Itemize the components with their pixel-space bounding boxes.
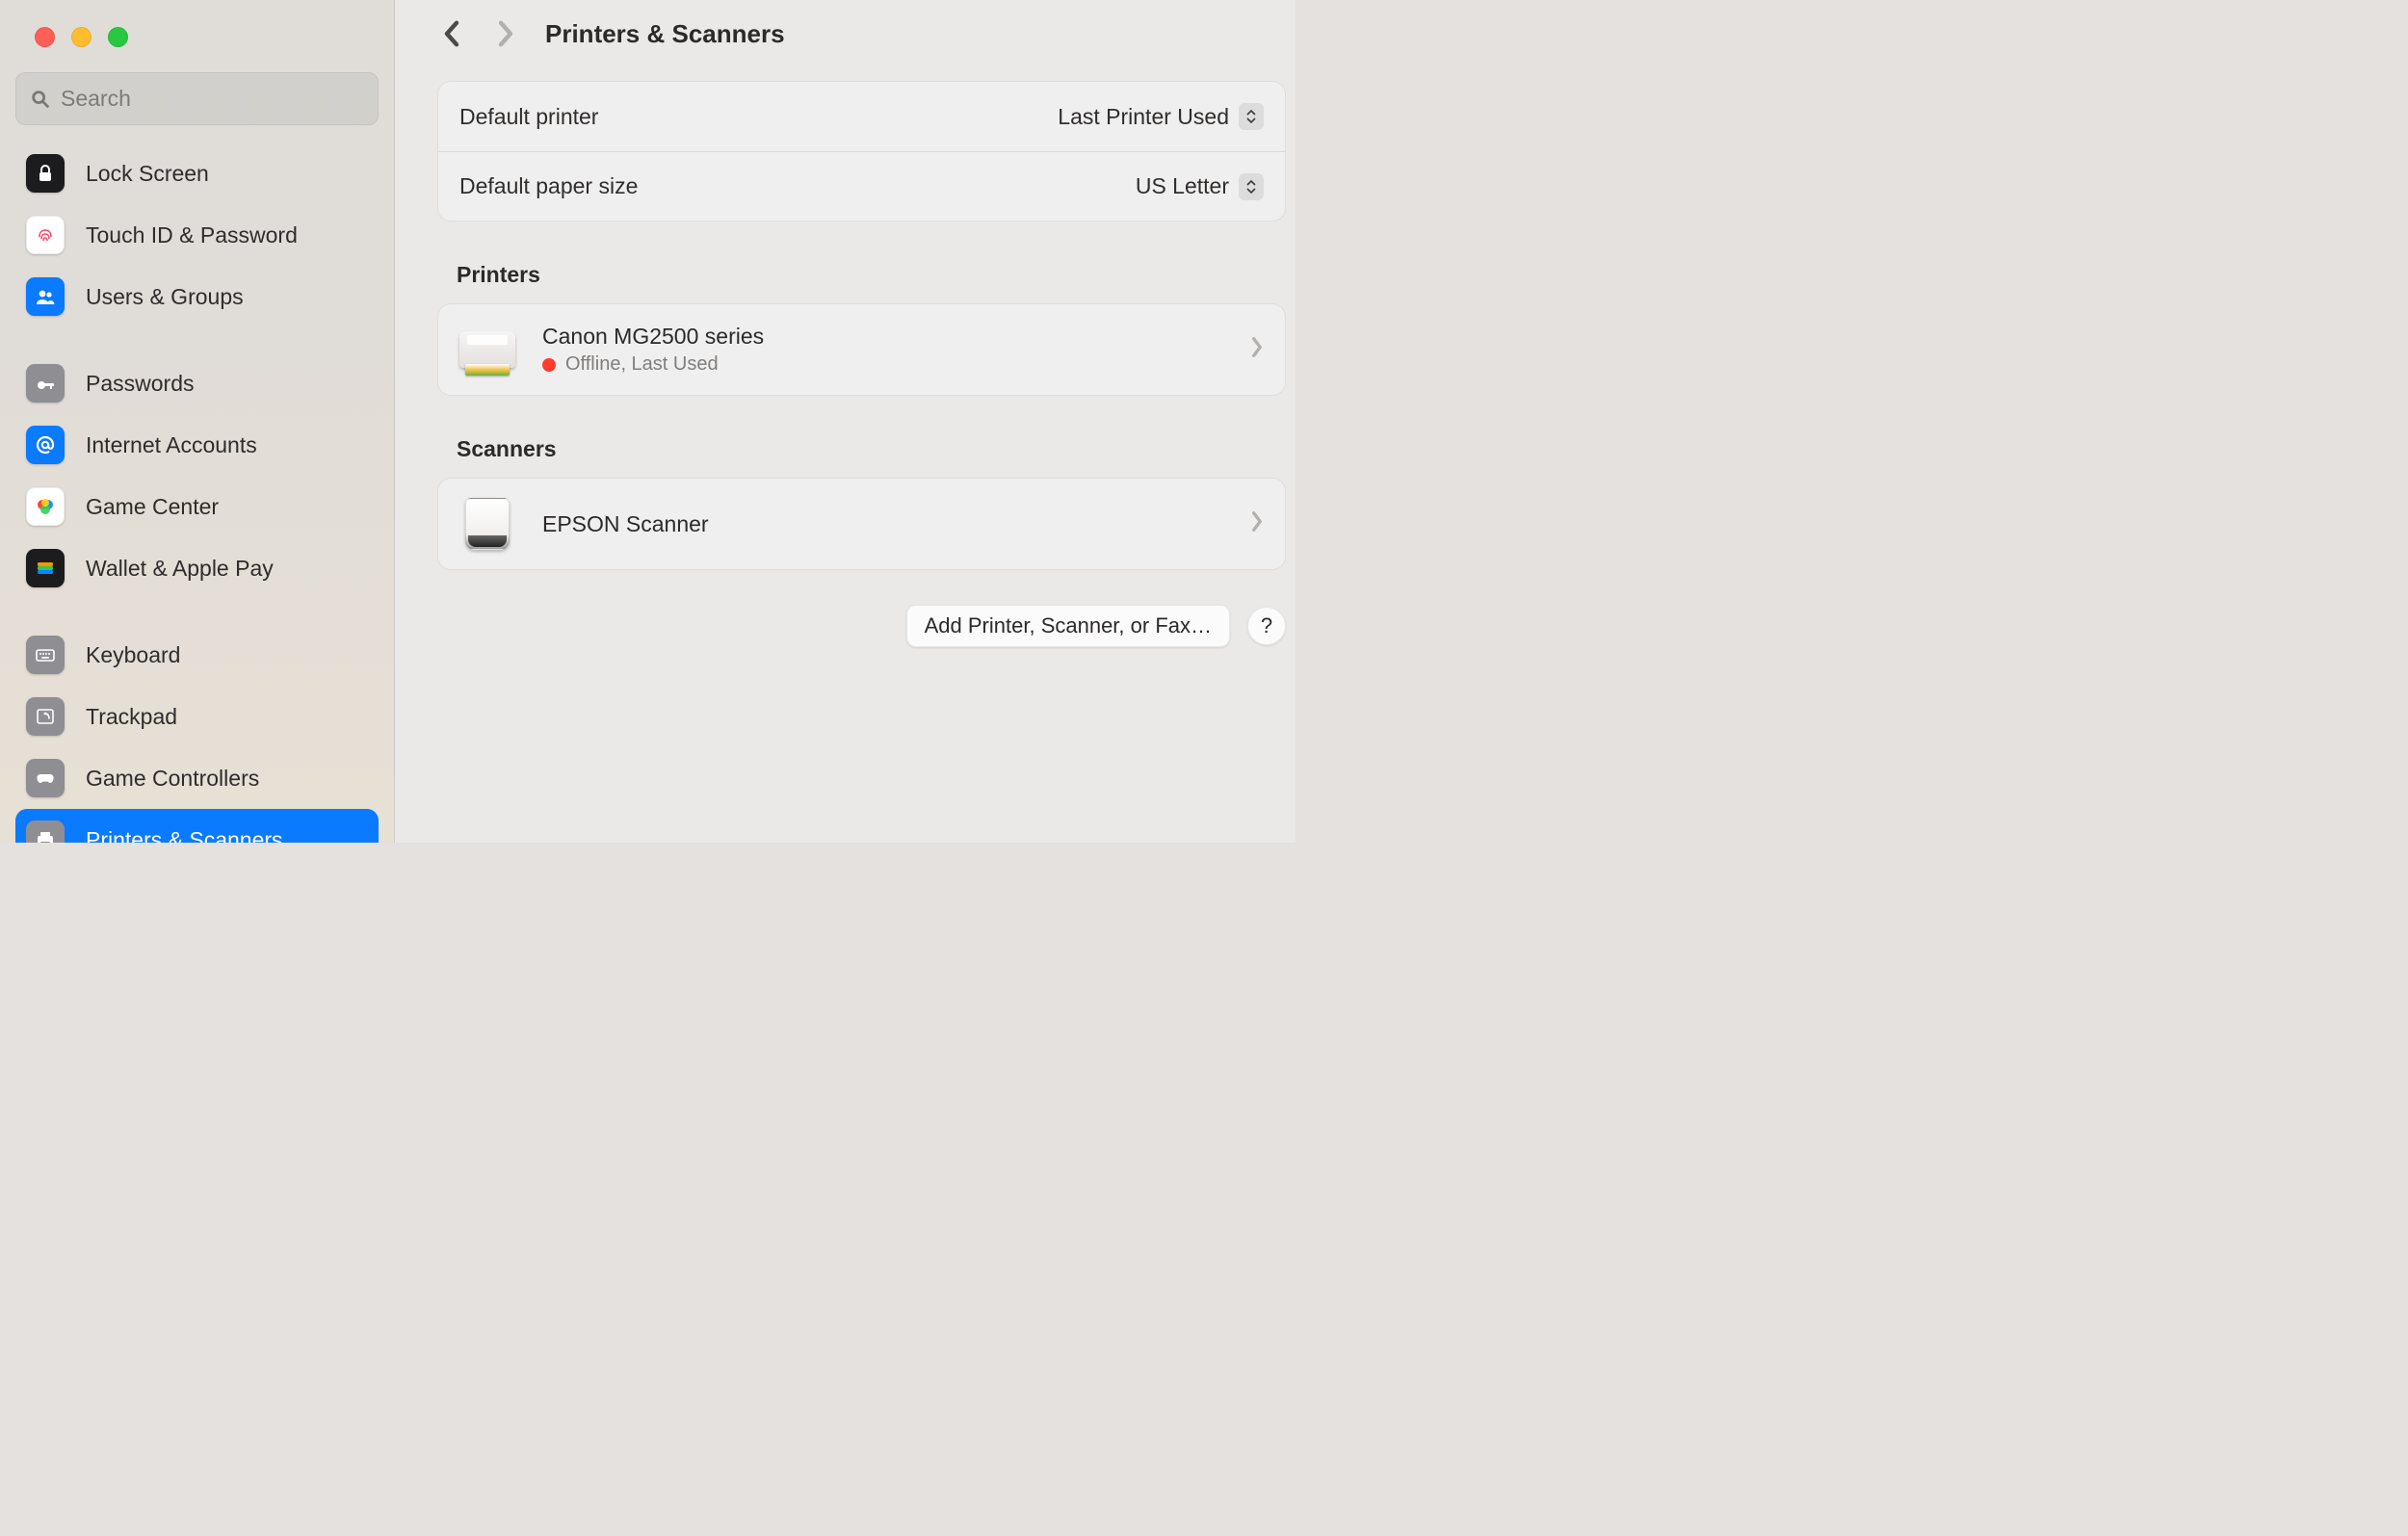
help-button[interactable]: ? (1247, 607, 1286, 645)
default-paper-select[interactable]: US Letter (1136, 173, 1264, 200)
sidebar-item-touch-id-password[interactable]: Touch ID & Password (15, 204, 379, 266)
printer-icon (26, 820, 65, 843)
default-paper-row: Default paper size US Letter (438, 151, 1285, 221)
printer-status: Offline, Last Used (542, 353, 764, 376)
keyboard-icon (26, 636, 65, 674)
stepper-icon (1239, 103, 1264, 130)
scanner-row[interactable]: EPSON Scanner (438, 479, 1285, 569)
footer-actions: Add Printer, Scanner, or Fax… ? (437, 605, 1286, 647)
sidebar-item-label: Keyboard (86, 642, 180, 668)
default-printer-row: Default printer Last Printer Used (438, 82, 1285, 151)
search-icon (30, 89, 51, 110)
sidebar-item-label: Game Center (86, 494, 219, 520)
search-field[interactable] (15, 72, 379, 125)
scanners-panel: EPSON Scanner (437, 478, 1286, 570)
default-printer-label: Default printer (459, 104, 598, 130)
sidebar-item-users-groups[interactable]: Users & Groups (15, 266, 379, 327)
sidebar-item-label: Wallet & Apple Pay (86, 556, 274, 582)
add-device-button[interactable]: Add Printer, Scanner, or Fax… (906, 605, 1230, 647)
window-controls (0, 0, 394, 47)
fingerprint-icon (26, 216, 65, 254)
scanner-device-icon (459, 503, 515, 545)
stepper-icon (1239, 173, 1264, 200)
sidebar-item-wallet-apple-pay[interactable]: Wallet & Apple Pay (15, 537, 379, 599)
status-dot-icon (542, 358, 556, 372)
trackpad-icon (26, 697, 65, 736)
window-minimize-button[interactable] (71, 27, 92, 47)
printer-name: Canon MG2500 series (542, 324, 764, 350)
chevron-right-icon (1250, 337, 1264, 363)
window-zoom-button[interactable] (108, 27, 128, 47)
sidebar-item-lock-screen[interactable]: Lock Screen (15, 143, 379, 204)
printer-row[interactable]: Canon MG2500 series Offline, Last Used (438, 304, 1285, 395)
key-icon (26, 364, 65, 403)
wallet-icon (26, 549, 65, 587)
defaults-panel: Default printer Last Printer Used Defaul… (437, 81, 1286, 221)
gamecenter-icon (26, 487, 65, 526)
sidebar-item-internet-accounts[interactable]: Internet Accounts (15, 414, 379, 476)
forward-button[interactable] (491, 19, 520, 48)
page-title: Printers & Scanners (545, 19, 785, 49)
default-paper-label: Default paper size (459, 173, 638, 199)
main-content: Printers & Scanners Default printer Last… (395, 0, 1296, 843)
window-close-button[interactable] (35, 27, 55, 47)
printer-device-icon (459, 328, 515, 371)
scanners-heading: Scanners (457, 436, 1286, 462)
sidebar-nav: Lock Screen Touch ID & Password Users & Gr… (0, 137, 394, 843)
scanner-name: EPSON Scanner (542, 511, 709, 537)
toolbar: Printers & Scanners (395, 0, 1296, 67)
sidebar-item-label: Touch ID & Password (86, 222, 298, 248)
sidebar-item-label: Lock Screen (86, 161, 209, 187)
sidebar: Lock Screen Touch ID & Password Users & Gr… (0, 0, 395, 843)
default-printer-value: Last Printer Used (1058, 104, 1229, 130)
sidebar-item-trackpad[interactable]: Trackpad (15, 686, 379, 747)
users-icon (26, 277, 65, 316)
sidebar-item-label: Game Controllers (86, 766, 259, 792)
default-paper-value: US Letter (1136, 173, 1229, 199)
at-icon (26, 426, 65, 464)
controller-icon (26, 759, 65, 797)
sidebar-item-label: Trackpad (86, 704, 177, 730)
chevron-right-icon (1250, 511, 1264, 537)
sidebar-item-game-center[interactable]: Game Center (15, 476, 379, 537)
sidebar-item-label: Internet Accounts (86, 432, 257, 458)
printers-panel: Canon MG2500 series Offline, Last Used (437, 303, 1286, 396)
back-button[interactable] (437, 19, 466, 48)
sidebar-item-label: Printers & Scanners (86, 827, 283, 844)
printer-status-text: Offline, Last Used (565, 353, 719, 376)
lock-icon (26, 154, 65, 193)
sidebar-item-passwords[interactable]: Passwords (15, 352, 379, 414)
sidebar-item-label: Users & Groups (86, 284, 244, 310)
sidebar-item-game-controllers[interactable]: Game Controllers (15, 747, 379, 809)
sidebar-item-keyboard[interactable]: Keyboard (15, 624, 379, 686)
default-printer-select[interactable]: Last Printer Used (1058, 103, 1264, 130)
sidebar-item-label: Passwords (86, 371, 194, 397)
sidebar-item-printers-scanners[interactable]: Printers & Scanners (15, 809, 379, 843)
search-input[interactable] (61, 86, 364, 112)
printers-heading: Printers (457, 262, 1286, 288)
